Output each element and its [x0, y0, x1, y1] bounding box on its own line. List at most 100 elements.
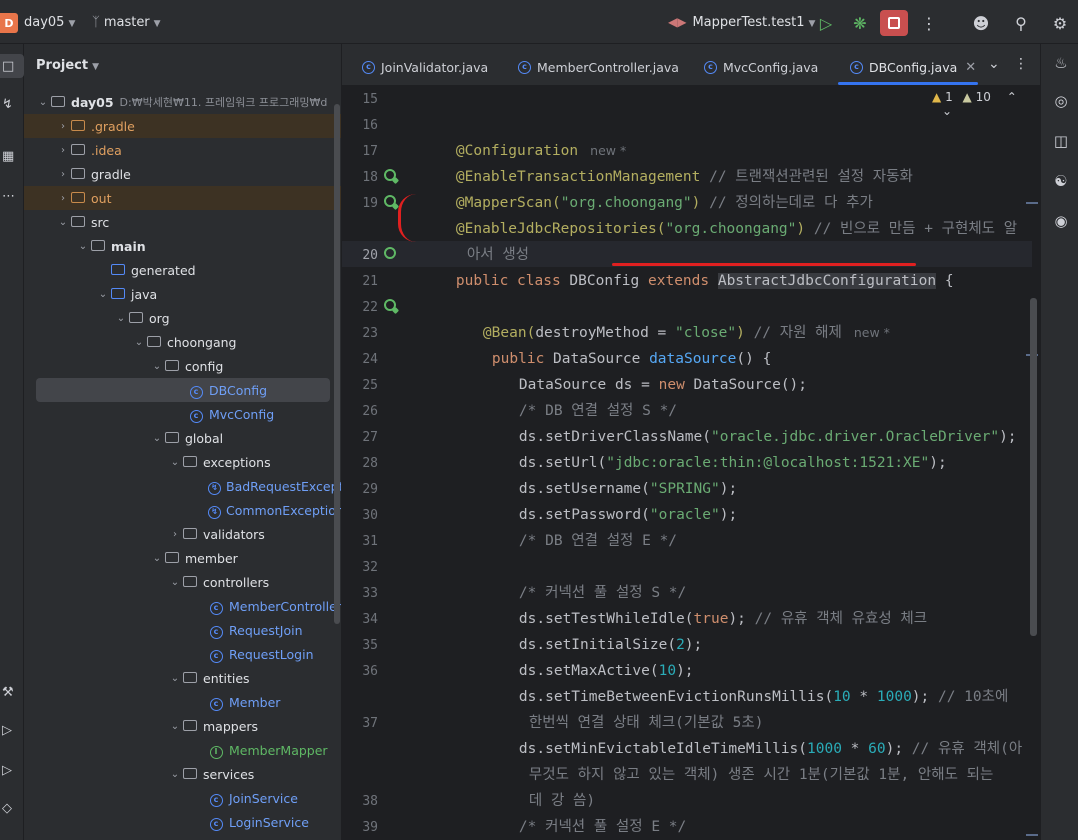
tree-item-dbconfig[interactable]: c DBConfig — [36, 378, 330, 402]
code-line-28[interactable]: ds.setUsername("SPRING"); — [484, 450, 737, 497]
project-panel-header[interactable]: Project ▼ — [36, 58, 99, 73]
chevron-down-icon[interactable]: ⌄ — [942, 104, 952, 118]
code-line-36[interactable]: ds.setTimeBetweenEvictionRunsMillis(10 *… — [484, 658, 1008, 705]
project-scrollbar[interactable] — [334, 104, 340, 624]
tree-item-joinservice[interactable]: c JoinService — [24, 786, 341, 810]
spring-bean-icon[interactable] — [383, 298, 400, 315]
tree-item-loginservice[interactable]: c LoginService — [24, 810, 341, 834]
code-line-30[interactable]: /* DB 연결 설정 E */ — [484, 502, 677, 549]
chevron-down-icon[interactable]: ⌄ — [150, 553, 164, 564]
tree-item-idea[interactable]: › .idea — [24, 138, 341, 162]
project-folder-icon[interactable]: □ — [0, 54, 24, 78]
debug-icon[interactable]: ❋ — [849, 12, 871, 34]
terminal-icon[interactable]: ▷ — [0, 758, 24, 782]
tree-item-mvcconfig[interactable]: c MvcConfig — [24, 402, 341, 426]
ai-assistant-icon[interactable]: ◎ — [1051, 92, 1071, 112]
editor-scrollbar[interactable] — [1030, 298, 1037, 636]
code-line-37-wrap2[interactable]: 데 강 씀) — [494, 762, 595, 809]
tree-item-generated[interactable]: generated — [24, 258, 341, 282]
close-icon[interactable]: ✕ — [965, 60, 976, 75]
tree-item-member[interactable]: ⌄ member — [24, 546, 341, 570]
tree-item-requestjoin[interactable]: c RequestJoin — [24, 618, 341, 642]
chevron-down-icon[interactable]: ⌄ — [168, 721, 182, 732]
tab-joinvalidator[interactable]: c JoinValidator.java — [362, 56, 488, 78]
tree-item-controllers[interactable]: ⌄ controllers — [24, 570, 341, 594]
code-line-37[interactable]: ds.setMinEvictableIdleTimeMillis(1000 * … — [484, 710, 1022, 757]
chevron-right-icon[interactable]: › — [56, 169, 70, 180]
gear-icon[interactable]: ⚙ — [1049, 12, 1071, 34]
branch-switcher[interactable]: ᛉ master ▼ — [92, 15, 161, 30]
tree-item-entities[interactable]: ⌄ entities — [24, 666, 341, 690]
tree-item-choongang[interactable]: ⌄ choongang — [24, 330, 341, 354]
code-line-17[interactable]: @EnableTransactionManagement // 트랜잭션관련된 … — [421, 138, 913, 185]
database-icon[interactable]: ◫ — [1051, 132, 1071, 152]
code-line-35[interactable]: ds.setMaxActive(10); — [484, 632, 694, 679]
stop-button[interactable] — [880, 10, 908, 36]
tree-item-src[interactable]: ⌄ src — [24, 210, 341, 234]
tree-item-badrequestexception[interactable]: ↯ BadRequestException — [24, 474, 341, 498]
code-line-32[interactable]: /* 커넥션 풀 설정 S */ — [484, 554, 686, 601]
tree-item-main[interactable]: ⌄ main — [24, 234, 341, 258]
code-line-27[interactable]: ds.setUrl("jdbc:oracle:thin:@localhost:1… — [484, 424, 947, 471]
chevron-down-icon[interactable]: ⌄ — [96, 289, 110, 300]
chevron-right-icon[interactable]: › — [56, 193, 70, 204]
tab-dbconfig[interactable]: c DBConfig.java ✕ — [850, 56, 976, 78]
tree-item-commonexception[interactable]: ↯ CommonException — [24, 498, 341, 522]
inspection-widget[interactable]: ▲ 1 ▲ 10 ⌃ ⌄ — [932, 90, 1040, 118]
chevron-down-icon[interactable]: ⌄ — [150, 361, 164, 372]
chevron-down-icon[interactable]: ⌄ — [132, 337, 146, 348]
spring-bean-icon[interactable] — [383, 246, 399, 262]
code-line-25[interactable]: /* DB 연결 설정 S */ — [484, 372, 677, 419]
tab-mvcconfig[interactable]: c MvcConfig.java — [704, 56, 818, 78]
more-vertical-icon[interactable]: ⋮ — [1014, 56, 1028, 72]
chevron-down-icon[interactable]: ⌄ — [150, 433, 164, 444]
code-line-23[interactable]: public DataSource dataSource() { — [457, 320, 771, 367]
tree-item-gradle-cache[interactable]: › .gradle — [24, 114, 341, 138]
code-line-18[interactable]: @MapperScan("org.choongang") // 정의하는데로 다… — [421, 164, 873, 211]
search-icon[interactable]: ⚲ — [1010, 12, 1032, 34]
code-line-16[interactable]: @Configuration new * — [421, 112, 626, 159]
notifications-bell-icon[interactable]: ♨ — [1051, 54, 1071, 74]
code-line-33[interactable]: ds.setTestWhileIdle(true); // 유휴 객체 유효성 … — [484, 580, 927, 627]
more-horizontal-icon[interactable]: ⋯ — [0, 184, 24, 208]
tree-item-member-entity[interactable]: c Member — [24, 690, 341, 714]
tree-item-gradle[interactable]: › gradle — [24, 162, 341, 186]
commit-icon[interactable]: ↯ — [0, 92, 24, 116]
chevron-down-icon[interactable]: ⌄ — [36, 97, 50, 108]
code-line-29[interactable]: ds.setPassword("oracle"); — [484, 476, 737, 523]
chevron-right-icon[interactable]: › — [56, 121, 70, 132]
chevron-up-icon[interactable]: ⌃ — [1007, 90, 1017, 104]
code-line-26[interactable]: ds.setDriverClassName("oracle.jdbc.drive… — [484, 398, 1017, 445]
chevron-down-icon[interactable]: ⌄ — [56, 217, 70, 228]
copilot-icon[interactable]: ◉ — [1051, 212, 1071, 232]
tree-item-org[interactable]: ⌄ org — [24, 306, 341, 330]
code-line-24[interactable]: DataSource ds = new DataSource(); — [484, 346, 807, 393]
spring-bean-icon[interactable] — [383, 194, 400, 211]
tree-item-out[interactable]: › out — [24, 186, 341, 210]
chevron-right-icon[interactable]: › — [56, 145, 70, 156]
chevron-down-icon[interactable]: ⌄ — [168, 457, 182, 468]
project-badge[interactable]: D — [0, 13, 18, 33]
chevron-down-icon[interactable]: ⌄ — [114, 313, 128, 324]
chevron-down-icon[interactable]: ⌄ — [168, 769, 182, 780]
layers-icon[interactable]: ◇ — [0, 796, 24, 820]
code-line-37-wrap[interactable]: 무것도 하지 않고 있는 객체) 생존 시간 1분(기본값 1분, 안해도 되는 — [494, 736, 993, 783]
tree-item-requestlogin[interactable]: c RequestLogin — [24, 642, 341, 666]
tree-item-mappers[interactable]: ⌄ mappers — [24, 714, 341, 738]
more-vertical-icon[interactable]: ⋮ — [918, 12, 940, 34]
add-user-icon[interactable]: ☻ — [970, 12, 992, 34]
chevron-down-icon[interactable]: ⌄ — [76, 241, 90, 252]
project-switcher[interactable]: day05 ▼ — [24, 15, 75, 30]
chevron-right-icon[interactable]: › — [168, 529, 182, 540]
chevron-down-icon[interactable]: ⌄ — [168, 673, 182, 684]
hammer-icon[interactable]: ⚒ — [0, 680, 24, 704]
chevron-down-icon[interactable]: ⌄ — [988, 56, 1000, 72]
code-line-22[interactable]: @Bean(destroyMethod = "close") // 자원 해제 n… — [448, 294, 890, 341]
code-line-36-wrap[interactable]: 한번씩 연결 상태 체크(기본값 5초) — [494, 684, 764, 731]
code-line-38[interactable]: /* 커넥션 풀 설정 E */ — [484, 788, 686, 835]
structure-icon[interactable]: ▦ — [0, 144, 24, 168]
code-line-19[interactable]: @EnableJdbcRepositories("org.choongang")… — [421, 190, 1017, 237]
tree-item-global[interactable]: ⌄ global — [24, 426, 341, 450]
tree-item-services[interactable]: ⌄ services — [24, 762, 341, 786]
tree-root[interactable]: ⌄ day05 D:₩박세현₩11. 프레임워크 프로그래밍₩d — [24, 90, 341, 114]
